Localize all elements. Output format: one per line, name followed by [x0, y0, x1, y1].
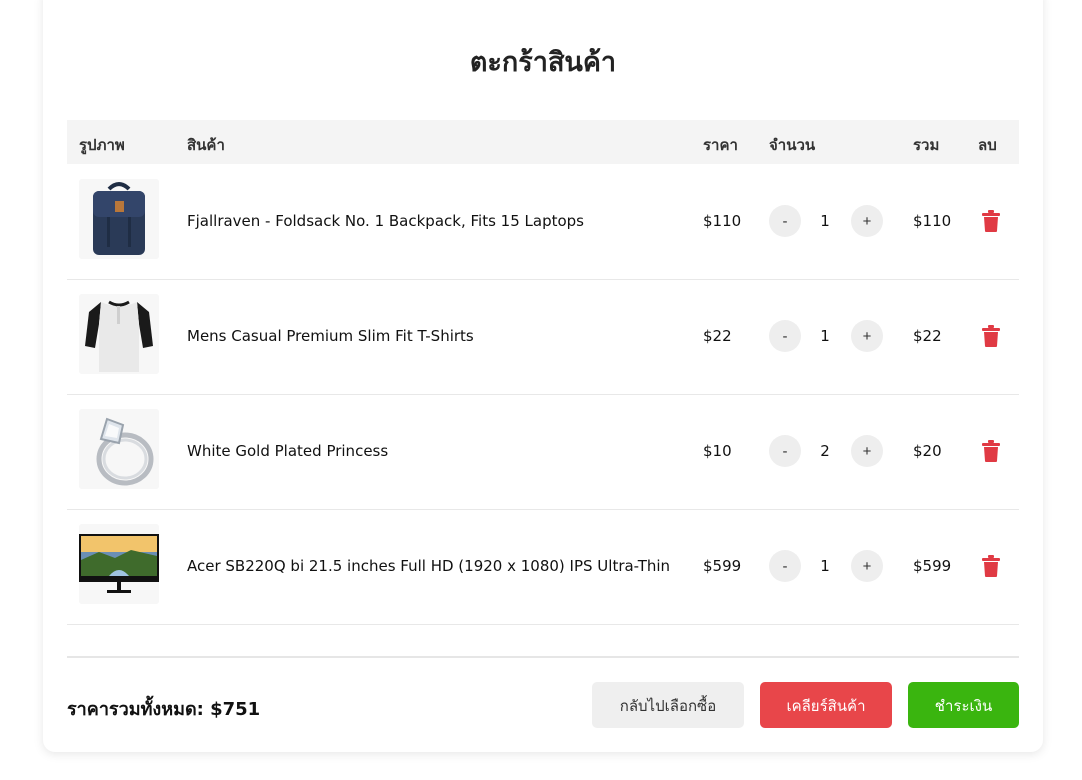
trash-icon[interactable] — [981, 440, 1001, 462]
increase-quantity-button[interactable]: + — [851, 205, 883, 237]
ring-image — [79, 409, 159, 489]
header-image: รูปภาพ — [79, 136, 125, 154]
tshirt-image — [79, 294, 159, 374]
product-name: Acer SB220Q bi 21.5 inches Full HD (1920… — [187, 557, 671, 575]
product-price: $22 — [703, 327, 732, 345]
product-name: Fjallraven - Foldsack No. 1 Backpack, Fi… — [187, 212, 584, 230]
decrease-quantity-button[interactable]: - — [769, 435, 801, 467]
table-row: Acer SB220Q bi 21.5 inches Full HD (1920… — [67, 509, 1019, 625]
decrease-quantity-button[interactable]: - — [769, 320, 801, 352]
backpack-image — [79, 179, 159, 259]
trash-icon[interactable] — [981, 210, 1001, 232]
trash-icon[interactable] — [981, 325, 1001, 347]
cart-card: ตะกร้าสินค้า รูปภาพ สินค้า ราคา จำนวน รว… — [43, 0, 1043, 752]
table-row: White Gold Plated Princess $10 - 2 + $20 — [67, 394, 1019, 510]
clear-cart-button[interactable]: เคลียร์สินค้า — [760, 682, 892, 728]
grand-total: ราคารวมทั้งหมด: $751 — [67, 699, 261, 720]
checkout-button[interactable]: ชำระเงิน — [908, 682, 1019, 728]
product-name: White Gold Plated Princess — [187, 442, 389, 460]
header-total: รวม — [913, 136, 940, 154]
increase-quantity-button[interactable]: + — [851, 435, 883, 467]
quantity-value: 1 — [820, 212, 830, 230]
table-row: Fjallraven - Foldsack No. 1 Backpack, Fi… — [67, 164, 1019, 280]
decrease-quantity-button[interactable]: - — [769, 205, 801, 237]
line-total: $20 — [913, 442, 942, 460]
line-total: $110 — [913, 212, 952, 230]
product-price: $110 — [703, 212, 742, 230]
quantity-value: 1 — [820, 557, 830, 575]
monitor-image — [79, 524, 159, 604]
footer-divider — [67, 656, 1019, 658]
header-quantity: จำนวน — [769, 136, 816, 154]
back-to-shop-button[interactable]: กลับไปเลือกซื้อ — [592, 682, 744, 728]
header-delete: ลบ — [978, 136, 997, 154]
line-total: $22 — [913, 327, 942, 345]
page-title: ตะกร้าสินค้า — [469, 47, 617, 78]
increase-quantity-button[interactable]: + — [851, 550, 883, 582]
header-price: ราคา — [703, 136, 738, 154]
trash-icon[interactable] — [981, 555, 1001, 577]
table-header: รูปภาพ สินค้า ราคา จำนวน รวม ลบ — [67, 120, 1019, 164]
quantity-value: 1 — [820, 327, 830, 345]
product-price: $10 — [703, 442, 732, 460]
table-row: Mens Casual Premium Slim Fit T-Shirts $2… — [67, 279, 1019, 395]
product-name: Mens Casual Premium Slim Fit T-Shirts — [187, 327, 474, 345]
product-price: $599 — [703, 557, 742, 575]
header-product: สินค้า — [187, 136, 225, 154]
decrease-quantity-button[interactable]: - — [769, 550, 801, 582]
quantity-value: 2 — [820, 442, 830, 460]
increase-quantity-button[interactable]: + — [851, 320, 883, 352]
line-total: $599 — [913, 557, 952, 575]
